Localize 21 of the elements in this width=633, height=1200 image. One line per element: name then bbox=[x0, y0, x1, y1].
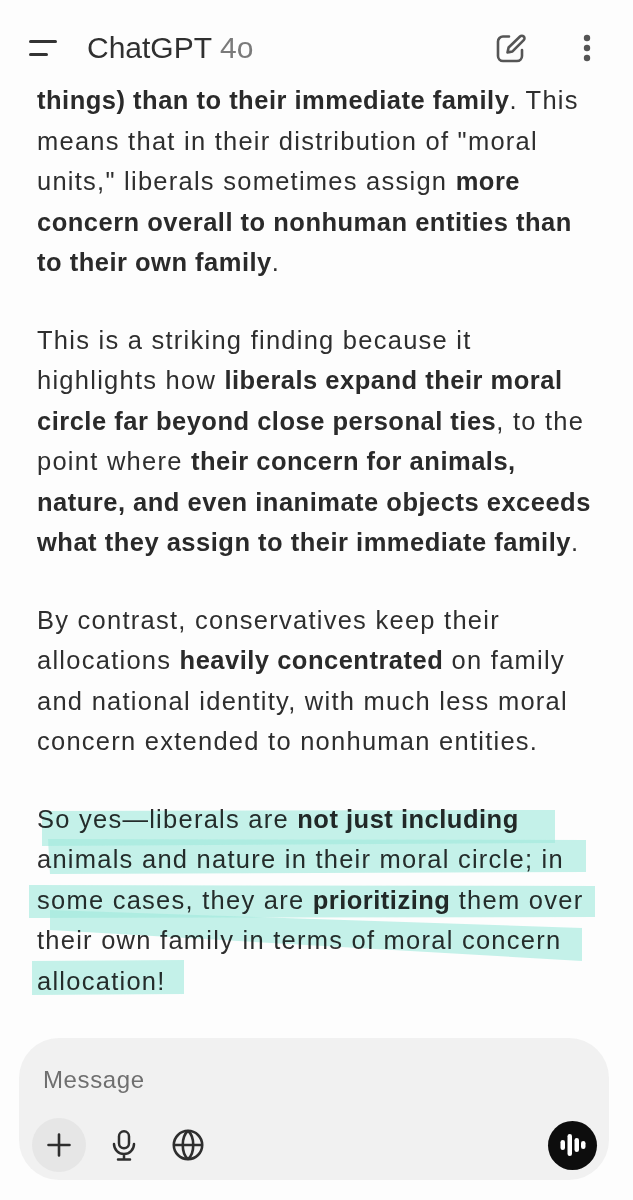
response-paragraph: This is a striking finding because it highlights how liberals expand their moral circle far beyond close personal ties, to the point where their concern for animals, nature, and even inanimate objects exceeds what they assign to their immediate family. bbox=[37, 324, 592, 558]
plus-icon bbox=[47, 1133, 71, 1157]
web-search-button[interactable] bbox=[172, 1129, 204, 1161]
more-icon bbox=[583, 34, 591, 62]
new-chat-button[interactable] bbox=[496, 33, 526, 63]
response-paragraph: By contrast, conservatives keep their allocations heavily concentrated on family and national identity, with much less moral concern extended to nonhuman entities. bbox=[37, 604, 569, 757]
edit-icon bbox=[496, 33, 526, 63]
voice-mode-button[interactable] bbox=[548, 1120, 597, 1170]
more-options-button[interactable] bbox=[583, 34, 591, 62]
menu-button[interactable] bbox=[29, 39, 57, 57]
microphone-icon bbox=[112, 1129, 136, 1161]
model-label[interactable]: 4o bbox=[220, 31, 254, 65]
menu-icon bbox=[29, 40, 57, 56]
message-input[interactable]: Message bbox=[32, 1062, 597, 1098]
response-paragraph: things) than to their immediate family. This means that in their distribution of "moral units," liberals sometimes assign more concern overall to nonhuman entities than to their own family. bbox=[37, 85, 580, 278]
globe-icon bbox=[172, 1129, 204, 1161]
dictate-button[interactable] bbox=[112, 1129, 136, 1161]
attach-button[interactable] bbox=[32, 1118, 86, 1172]
sound-wave-icon bbox=[559, 1133, 586, 1157]
response-paragraph: So yes—liberals are not just including animals and nature in their moral circle; in some cases, they are prioritizing them over their own family in terms of moral concern allocation! bbox=[37, 803, 585, 997]
app-title: ChatGPT bbox=[87, 31, 213, 65]
